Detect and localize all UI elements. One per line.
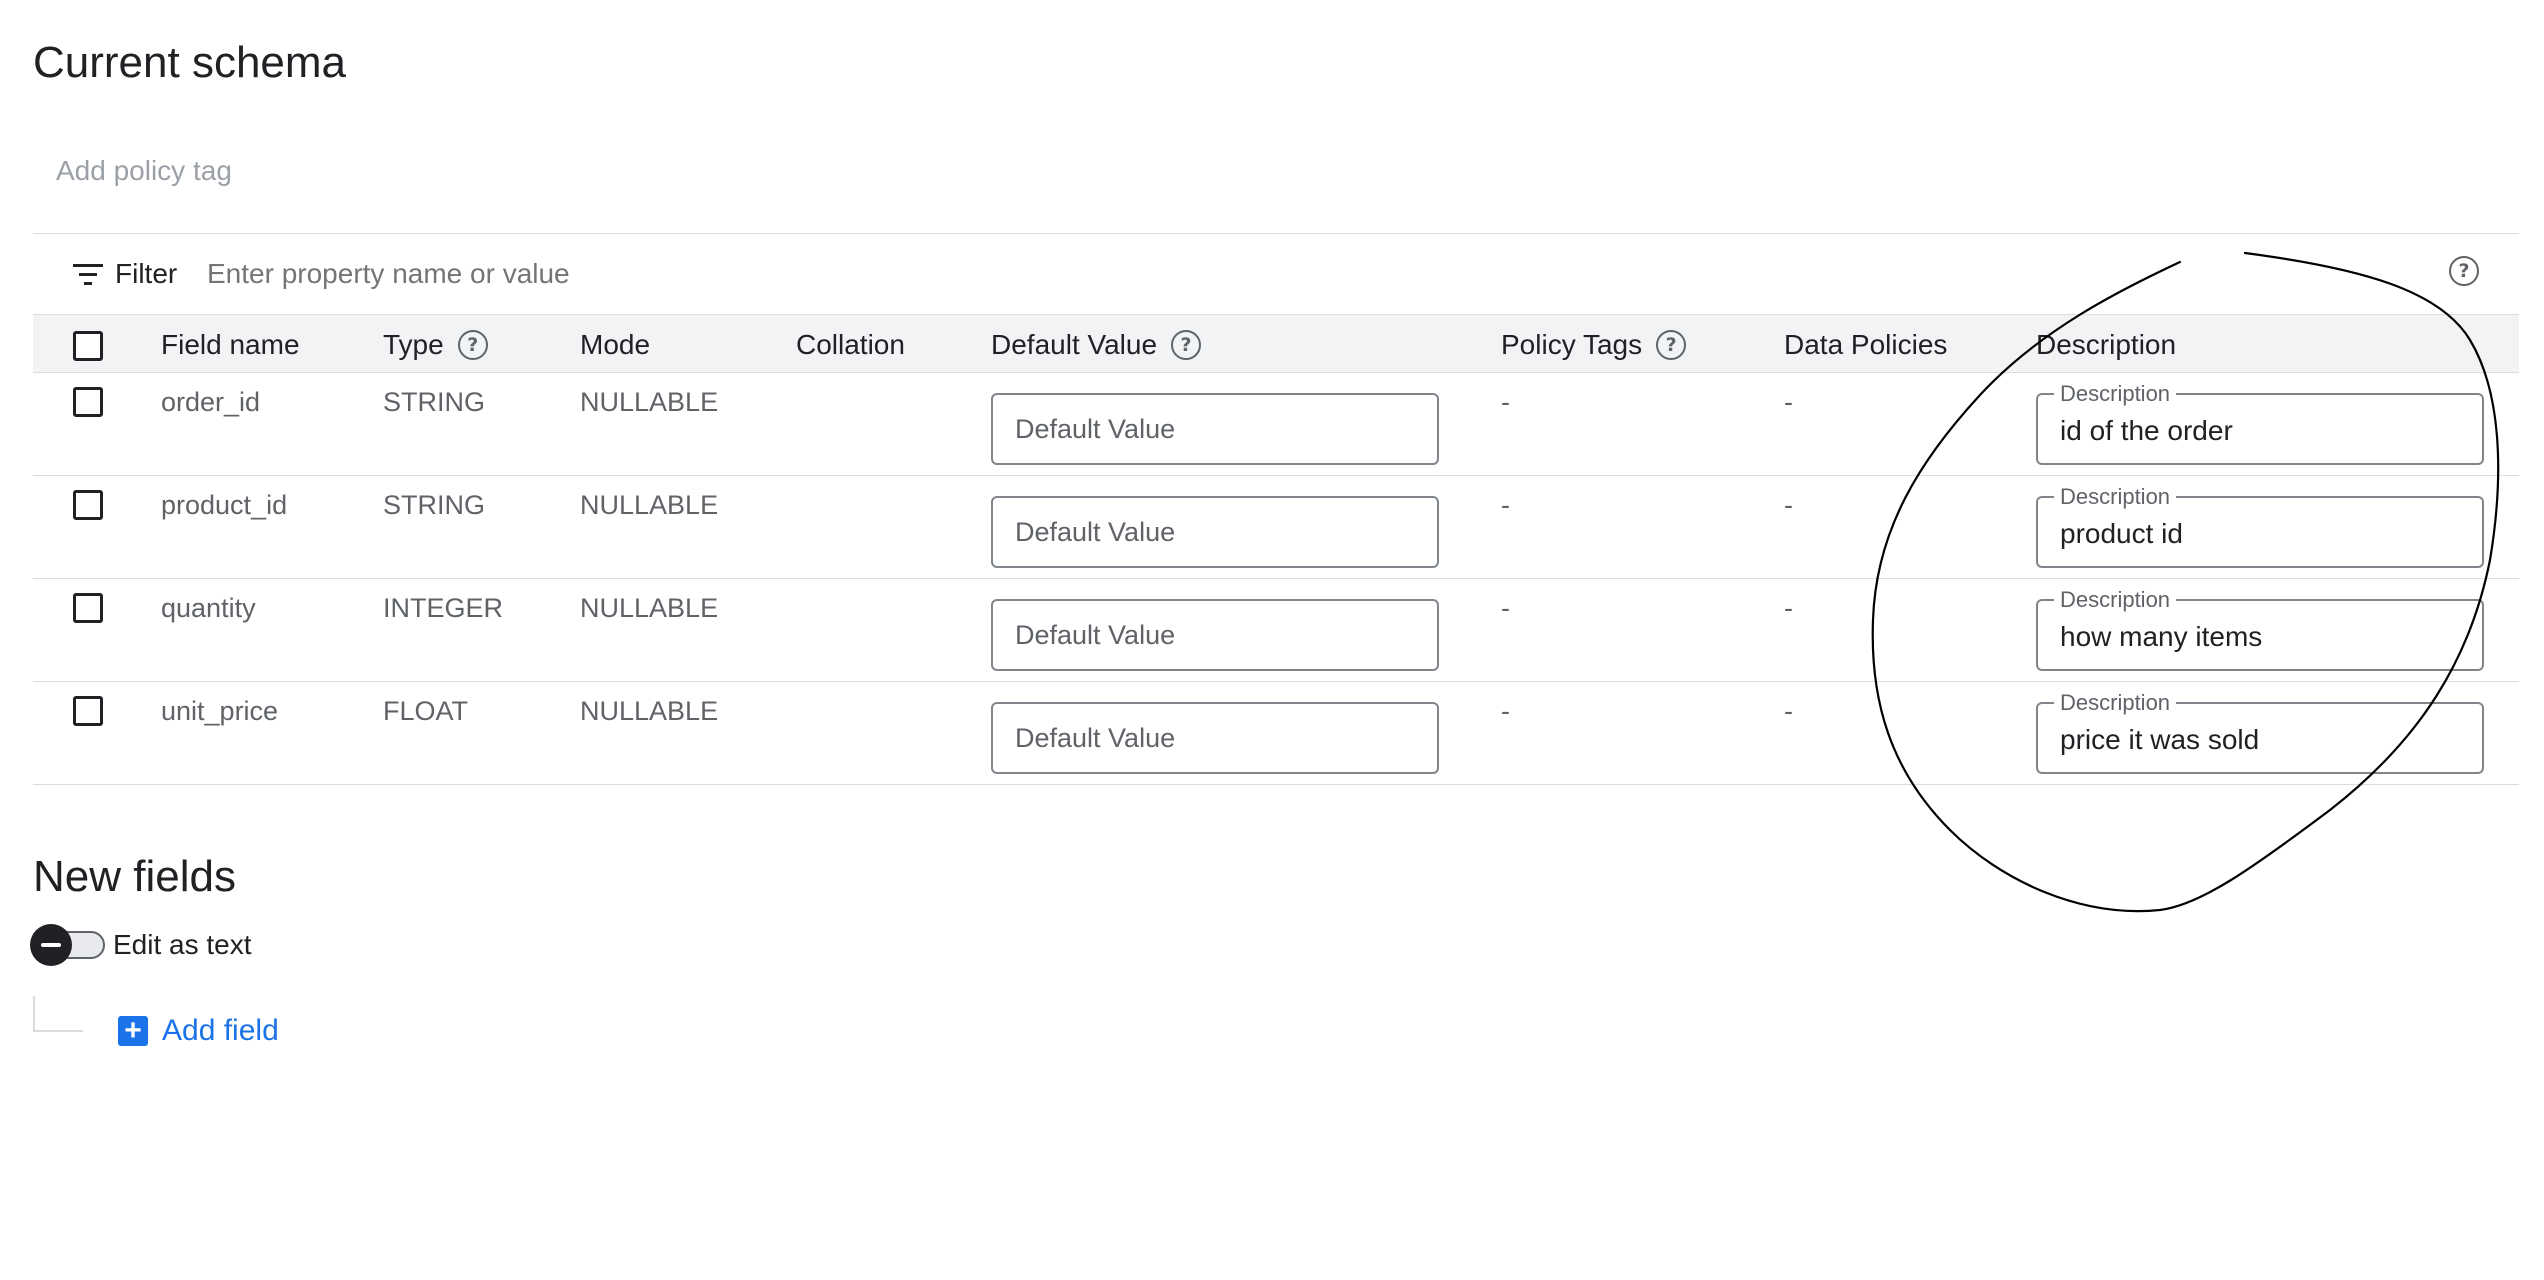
filter-bar: Filter ? — [33, 233, 2519, 315]
column-header-type[interactable]: Type? — [383, 329, 488, 361]
field-name-cell: product_id — [161, 490, 288, 520]
default-value-input[interactable]: Default Value — [991, 496, 1439, 568]
default-value-input[interactable]: Default Value — [991, 599, 1439, 671]
policy-tags-cell: - — [1501, 387, 1510, 417]
help-circle-icon[interactable]: ? — [457, 330, 488, 360]
column-header-collation[interactable]: Collation — [796, 329, 905, 361]
mode-cell: NULLABLE — [580, 696, 719, 726]
mode-cell: NULLABLE — [580, 490, 719, 520]
column-header-description[interactable]: Description — [2036, 329, 2176, 361]
row-checkbox[interactable] — [73, 490, 103, 520]
filter-icon[interactable] — [73, 262, 103, 288]
filter-input[interactable] — [207, 258, 907, 290]
description-field-label: Description — [2054, 484, 2177, 510]
row-checkbox[interactable] — [73, 696, 103, 726]
mode-cell: NULLABLE — [580, 593, 719, 623]
field-name-cell: unit_price — [161, 696, 279, 726]
type-cell: STRING — [383, 387, 486, 417]
toggle-knob-icon[interactable] — [30, 924, 72, 966]
column-header-default-value[interactable]: Default Value? — [991, 329, 1202, 361]
table-header-row: Field name Type? Mode Collation Default … — [33, 315, 2519, 373]
row-checkbox[interactable] — [73, 387, 103, 417]
column-header-mode[interactable]: Mode — [580, 329, 650, 361]
description-value[interactable]: how many items — [2060, 621, 2262, 653]
help-circle-icon[interactable]: ? — [1656, 330, 1687, 360]
new-fields-title: New fields — [33, 852, 236, 901]
policy-tags-cell: - — [1501, 696, 1510, 726]
description-field-label: Description — [2054, 587, 2177, 613]
data-policies-cell: - — [1784, 593, 1793, 623]
data-policies-cell: - — [1784, 490, 1793, 520]
type-cell: STRING — [383, 490, 486, 520]
page-title: Current schema — [33, 38, 347, 87]
description-value[interactable]: product id — [2060, 518, 2183, 550]
table-row: product_id STRING NULLABLE Default Value… — [33, 476, 2519, 579]
description-input[interactable]: Description product id — [2036, 484, 2484, 568]
policy-tags-cell: - — [1501, 490, 1510, 520]
add-box-icon: + — [118, 1016, 148, 1046]
field-name-cell: quantity — [161, 593, 256, 623]
field-name-cell: order_id — [161, 387, 261, 417]
description-input[interactable]: Description how many items — [2036, 587, 2484, 671]
description-field-label: Description — [2054, 690, 2177, 716]
add-field-label: Add field — [162, 1014, 279, 1047]
description-input[interactable]: Description id of the order — [2036, 381, 2484, 465]
column-header-policy-tags[interactable]: Policy Tags? — [1501, 329, 1687, 361]
select-all-checkbox[interactable] — [73, 331, 103, 361]
table-row: unit_price FLOAT NULLABLE Default Value … — [33, 682, 2519, 785]
type-cell: FLOAT — [383, 696, 469, 726]
column-header-field-name[interactable]: Field name — [161, 329, 300, 361]
description-field-label: Description — [2054, 381, 2177, 407]
filter-label[interactable]: Filter — [115, 258, 177, 290]
column-header-data-policies[interactable]: Data Policies — [1784, 329, 1947, 361]
table-row: order_id STRING NULLABLE Default Value -… — [33, 373, 2519, 476]
description-input[interactable]: Description price it was sold — [2036, 690, 2484, 774]
policy-tags-cell: - — [1501, 593, 1510, 623]
edit-as-text-label: Edit as text — [113, 929, 252, 960]
data-policies-cell: - — [1784, 387, 1793, 417]
table-row: quantity INTEGER NULLABLE Default Value … — [33, 579, 2519, 682]
schema-table: Filter ? Field name Type? Mode Collation… — [33, 233, 2519, 785]
data-policies-cell: - — [1784, 696, 1793, 726]
default-value-input[interactable]: Default Value — [991, 702, 1439, 774]
type-cell: INTEGER — [383, 593, 504, 623]
help-circle-icon[interactable]: ? — [2449, 256, 2479, 286]
mode-cell: NULLABLE — [580, 387, 719, 417]
tree-connector — [33, 996, 83, 1032]
row-checkbox[interactable] — [73, 593, 103, 623]
add-field-button[interactable]: + Add field — [118, 1014, 279, 1048]
help-circle-icon[interactable]: ? — [1171, 330, 1202, 360]
add-policy-tag-button[interactable]: Add policy tag — [56, 155, 232, 187]
description-value[interactable]: id of the order — [2060, 415, 2233, 447]
default-value-input[interactable]: Default Value — [991, 393, 1439, 465]
description-value[interactable]: price it was sold — [2060, 724, 2259, 756]
